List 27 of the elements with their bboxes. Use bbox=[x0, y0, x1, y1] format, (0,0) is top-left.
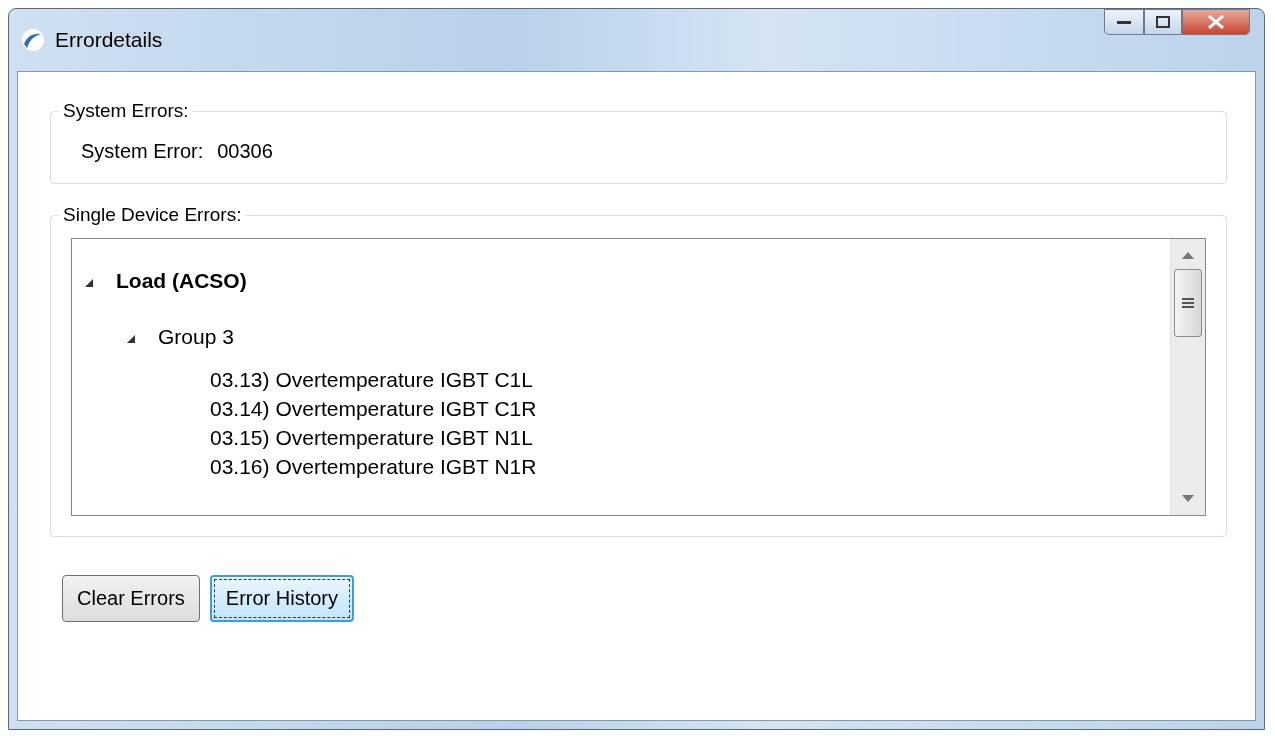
tree-item[interactable]: 03.14) Overtemperature IGBT C1R bbox=[210, 396, 537, 421]
maximize-icon bbox=[1156, 16, 1170, 28]
scroll-bar[interactable] bbox=[1170, 239, 1205, 515]
tree-item[interactable]: 03.15) Overtemperature IGBT N1L bbox=[210, 425, 533, 450]
error-code: 00306 bbox=[217, 140, 273, 163]
action-button[interactable]: Error History bbox=[209, 575, 355, 622]
field-label: System Error: bbox=[81, 140, 204, 163]
scroll-down-icon[interactable] bbox=[1182, 495, 1194, 503]
minimize-button[interactable] bbox=[1104, 9, 1144, 35]
minimize-icon bbox=[1117, 19, 1131, 25]
scroll-thumb[interactable] bbox=[1174, 269, 1202, 337]
group-title: System Errors: bbox=[62, 100, 190, 122]
scroll-up-icon[interactable] bbox=[1182, 251, 1194, 259]
close-button[interactable] bbox=[1182, 9, 1250, 35]
maximize-button[interactable] bbox=[1144, 9, 1182, 35]
expanded-arrow-icon[interactable] bbox=[84, 278, 94, 288]
group-title: Single Device Errors: bbox=[62, 204, 243, 226]
tree-item[interactable]: 03.13) Overtemperature IGBT C1L bbox=[210, 367, 533, 392]
tree-item[interactable]: 03.16) Overtemperature IGBT N1R bbox=[210, 454, 537, 479]
action-button[interactable]: Clear Errors bbox=[62, 575, 200, 622]
tree-node[interactable]: Group 3 bbox=[158, 325, 234, 349]
tree-node[interactable]: Load (ACSO) bbox=[116, 269, 247, 293]
grip-icon bbox=[1182, 297, 1194, 309]
close-icon bbox=[1207, 15, 1225, 29]
window-title: Errordetails bbox=[55, 28, 164, 52]
app-logo-icon bbox=[21, 28, 45, 52]
expanded-arrow-icon[interactable] bbox=[126, 334, 136, 344]
